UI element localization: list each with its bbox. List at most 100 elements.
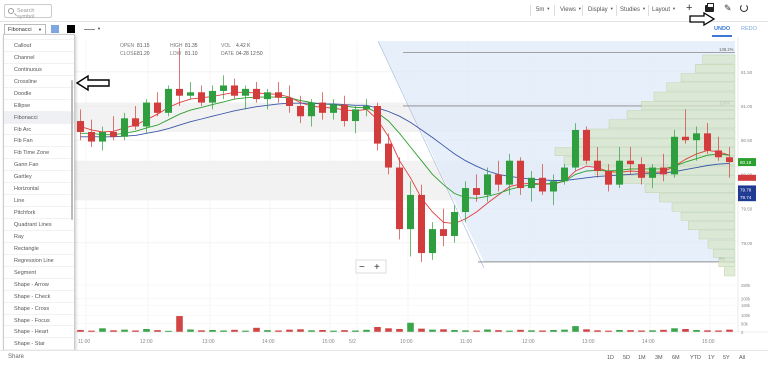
menu-item-horizontal[interactable]: Horizontal bbox=[4, 183, 74, 196]
menu-item-fibonacci[interactable]: Fibonacci bbox=[4, 111, 74, 124]
drawing-toolbar: Fibonacci ▼ ▼ UNDO REDO bbox=[0, 22, 768, 37]
share-button[interactable]: Share bbox=[8, 354, 24, 360]
volume-bar bbox=[517, 329, 524, 332]
menu-item-channel[interactable]: Channel bbox=[4, 52, 74, 64]
toolbar-divider bbox=[530, 5, 531, 16]
range-button-1y[interactable]: 1Y bbox=[708, 355, 715, 361]
volume-profile-bar bbox=[718, 258, 736, 267]
range-button-ytd[interactable]: YTD bbox=[690, 355, 701, 361]
volume-bar bbox=[209, 329, 216, 332]
undo-button[interactable]: UNDO bbox=[711, 26, 733, 37]
menu-item-shape-cross[interactable]: Shape - Cross bbox=[4, 303, 74, 315]
menu-item-rectangle[interactable]: Rectangle bbox=[4, 243, 74, 255]
menu-item-quadrant-lines[interactable]: Quadrant Lines bbox=[4, 219, 74, 231]
candle-body bbox=[131, 118, 140, 127]
display-menu[interactable]: Display ▼ bbox=[588, 6, 614, 13]
chart-app: Search symbol 5m ▼ Views ▼ Display ▼ Studie… bbox=[0, 0, 768, 365]
range-button-1m[interactable]: 1M bbox=[638, 355, 646, 361]
volume-profile-bar bbox=[671, 202, 736, 212]
range-button-3m[interactable]: 3M bbox=[655, 355, 663, 361]
volume-profile-bar bbox=[680, 212, 736, 221]
range-button-5d[interactable]: 5D bbox=[623, 355, 630, 361]
menu-item-fib-time-zone[interactable]: Fib Time Zone bbox=[4, 147, 74, 160]
candle-body bbox=[549, 181, 558, 192]
candle-body bbox=[428, 229, 437, 254]
menu-item-gann-fan[interactable]: Gann Fan bbox=[4, 159, 74, 172]
menu-item-ray[interactable]: Ray bbox=[4, 231, 74, 243]
studies-menu[interactable]: Studies ▼ bbox=[620, 6, 646, 13]
layout-menu[interactable]: Layout ▼ bbox=[652, 6, 676, 13]
volume-bar bbox=[396, 328, 403, 332]
volume-bar bbox=[440, 329, 447, 332]
printer-icon[interactable] bbox=[705, 3, 714, 12]
price-chart[interactable]: 138.2%100%0% 81.5081.0080.5080.0079.5079… bbox=[0, 37, 768, 350]
candle-body bbox=[406, 194, 415, 230]
volume-bar bbox=[187, 329, 194, 332]
chevron-down-icon: ▼ bbox=[546, 6, 551, 11]
menu-item-crossline[interactable]: Crossline bbox=[4, 76, 74, 88]
range-button-all[interactable]: All bbox=[739, 355, 745, 361]
volume-profile-bar bbox=[688, 221, 736, 230]
menu-item-shape-check[interactable]: Shape - Check bbox=[4, 291, 74, 303]
fill-color-swatch[interactable] bbox=[51, 25, 59, 33]
line-color-swatch[interactable] bbox=[67, 25, 75, 33]
volume-profile-bar bbox=[626, 110, 736, 119]
menu-item-shape-star[interactable]: Shape - Star bbox=[4, 338, 74, 351]
menu-item-gartley[interactable]: Gartley bbox=[4, 171, 74, 184]
chevron-down-icon: ▼ bbox=[38, 27, 42, 32]
candle-body bbox=[582, 129, 591, 161]
x-tick-label: 13:00 bbox=[202, 339, 215, 345]
volume-bar bbox=[693, 329, 700, 332]
candle-body bbox=[318, 102, 327, 113]
menu-item-line[interactable]: Line bbox=[4, 195, 74, 208]
candle-body bbox=[109, 131, 118, 137]
menu-scrollbar[interactable] bbox=[71, 80, 73, 220]
volume-bar bbox=[407, 322, 414, 332]
menu-item-shape-heart[interactable]: Shape - Heart bbox=[4, 326, 74, 339]
menu-item-regression-line[interactable]: Regression Line bbox=[4, 255, 74, 267]
interval-menu[interactable]: 5m ▼ bbox=[536, 6, 550, 13]
annotation-arrow-right-icon bbox=[689, 12, 716, 26]
menu-item-segment[interactable]: Segment bbox=[4, 267, 74, 279]
zoom-out-button[interactable]: − bbox=[359, 262, 365, 273]
redo-button[interactable]: REDO bbox=[741, 26, 757, 32]
range-button-6m[interactable]: 6M bbox=[672, 355, 680, 361]
menu-item-shape-arrow[interactable]: Shape - Arrow bbox=[4, 279, 74, 291]
chevron-down-icon: ▼ bbox=[97, 26, 101, 31]
volume-bar bbox=[660, 329, 667, 332]
views-menu[interactable]: Views ▼ bbox=[560, 6, 582, 13]
range-button-1d[interactable]: 1D bbox=[607, 355, 614, 361]
candle-body bbox=[593, 160, 602, 171]
price-tag-label: 79.74 bbox=[740, 195, 752, 200]
menu-item-callout[interactable]: Callout bbox=[4, 40, 74, 52]
toolbar-divider bbox=[616, 5, 617, 16]
candle-body bbox=[439, 229, 448, 236]
menu-item-fib-fan[interactable]: Fib Fan bbox=[4, 135, 74, 148]
volume-profile-bar bbox=[653, 91, 736, 101]
menu-item-continuous[interactable]: Continuous bbox=[4, 64, 74, 76]
menu-item-fib-arc[interactable]: Fib Arc bbox=[4, 124, 74, 136]
volume-profile-bar bbox=[644, 184, 736, 193]
reset-icon[interactable] bbox=[740, 4, 748, 12]
volume-bar bbox=[374, 326, 381, 332]
hud-high-label: HIGH bbox=[170, 43, 183, 49]
volume-profile-bar bbox=[659, 193, 736, 203]
x-tick-label: 5/2 bbox=[349, 339, 356, 345]
menu-item-doodle[interactable]: Doodle bbox=[4, 88, 74, 100]
menu-item-shape-focus[interactable]: Shape - Focus bbox=[4, 315, 74, 327]
pencil-icon[interactable]: ✎ bbox=[724, 3, 732, 14]
menu-item-ellipse[interactable]: Ellipse bbox=[4, 100, 74, 112]
search-icon bbox=[8, 8, 14, 14]
range-button-5y[interactable]: 5Y bbox=[723, 355, 730, 361]
menu-item-pitchfork[interactable]: Pitchfork bbox=[4, 207, 74, 219]
line-style-select[interactable]: ▼ bbox=[84, 25, 102, 33]
candle-body bbox=[395, 167, 404, 230]
candle-body bbox=[241, 88, 250, 96]
candle-body bbox=[637, 164, 646, 178]
search-input[interactable]: Search symbol bbox=[4, 4, 52, 20]
candle-body bbox=[659, 167, 668, 175]
volume-bar bbox=[385, 328, 392, 332]
candle-body bbox=[329, 104, 338, 113]
candle-body bbox=[494, 174, 503, 185]
zoom-in-button[interactable]: + bbox=[374, 262, 380, 273]
